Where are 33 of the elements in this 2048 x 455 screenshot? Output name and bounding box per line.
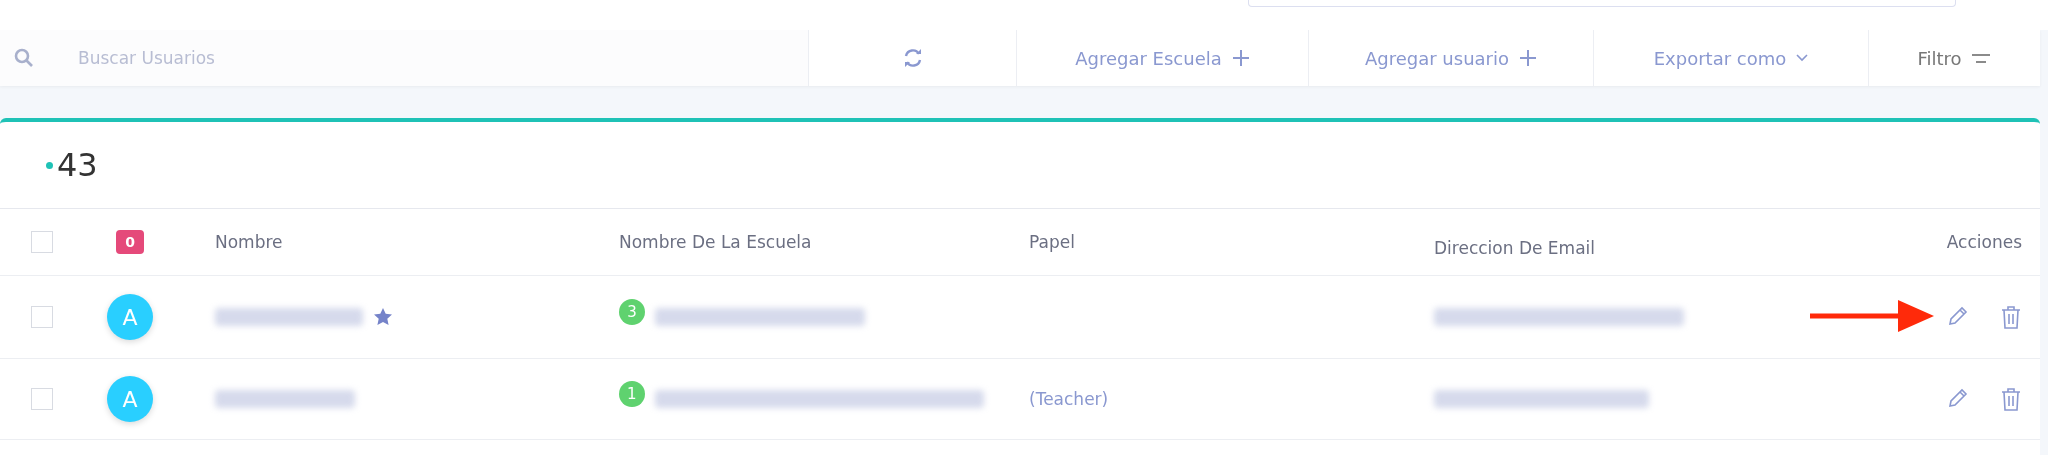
search-field[interactable]: Buscar Usuarios — [76, 47, 680, 69]
refresh-button[interactable] — [808, 30, 1016, 86]
count-badge: 3 — [619, 299, 645, 325]
delete-button[interactable] — [2000, 386, 2022, 412]
column-header: Nombre — [214, 232, 283, 252]
column-header: Papel — [1028, 232, 1075, 252]
pencil-icon — [1946, 386, 1970, 410]
status-dot — [46, 161, 53, 169]
column-header: Acciones — [1945, 232, 2023, 252]
add-button[interactable]: Agregar Escuela — [1016, 30, 1308, 86]
column-header: Direccion De Email — [1433, 238, 1595, 258]
pencil-icon — [1946, 304, 1970, 328]
row-checkbox[interactable] — [31, 388, 53, 410]
search-icon — [14, 48, 34, 68]
row-checkbox[interactable] — [31, 306, 53, 328]
trash-icon — [2000, 386, 2022, 412]
count-badge: 1 — [619, 381, 645, 407]
user-count: 43 — [57, 146, 98, 184]
selected-count-badge: 0 — [116, 230, 144, 254]
plus-icon — [1231, 49, 1250, 67]
column-header: Nombre De La Escuela — [618, 232, 812, 252]
trash-icon — [2000, 304, 2022, 330]
avatar: A — [107, 376, 153, 422]
filter-button[interactable]: Filtro — [1868, 30, 2038, 86]
chevron-down-icon — [1796, 54, 1809, 62]
plus-icon — [1519, 49, 1537, 67]
filter-icon — [1971, 53, 1990, 63]
export-dropdown[interactable]: Exportar como — [1593, 30, 1868, 86]
select-all-checkbox[interactable] — [31, 231, 53, 253]
avatar: A — [107, 294, 153, 340]
role-text: (Teacher) — [1029, 389, 1109, 409]
add-button[interactable]: Agregar usuario — [1308, 30, 1593, 86]
delete-button[interactable] — [2000, 304, 2022, 330]
